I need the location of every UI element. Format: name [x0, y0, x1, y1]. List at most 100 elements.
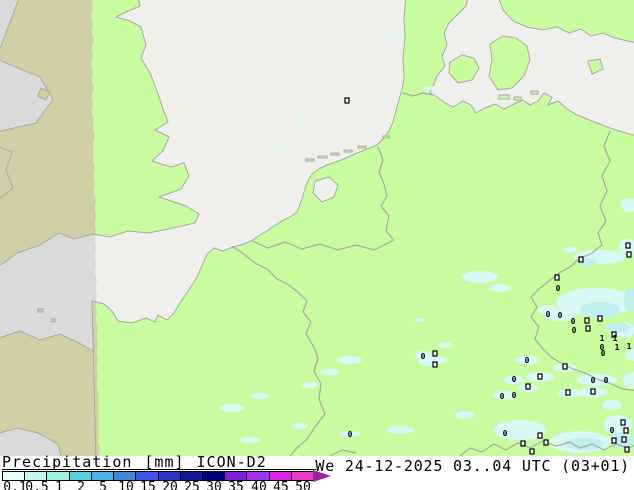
- precip-square-symbol: [525, 383, 531, 390]
- precip-square-symbol: [597, 315, 603, 322]
- colorbar-cell: [157, 472, 180, 480]
- precip-patch: [423, 86, 437, 90]
- precip-square-symbol: [590, 388, 596, 395]
- precip-patch: [386, 426, 414, 434]
- precip-value-symbol: 1: [600, 334, 605, 343]
- colorbar-tick-label: 0.1: [3, 480, 27, 490]
- precip-value-symbol: 0: [503, 429, 508, 438]
- colorbar-tick-label: 35: [228, 480, 244, 490]
- precip-patch: [437, 342, 453, 348]
- precip-square-symbol: [432, 361, 438, 368]
- precip-value-symbol: 0: [546, 310, 551, 319]
- weather-map: 00 0001 110 100 00 0 0000 0 0: [0, 0, 634, 456]
- colorbar-tick-label: 2: [77, 480, 85, 490]
- precip-square-symbol: [584, 317, 590, 324]
- precip-value-symbol: 1: [615, 343, 620, 352]
- precip-square-symbol: [554, 274, 560, 281]
- precip-patch: [273, 144, 281, 148]
- legend-timestamp: We 24-12-2025 03..04 UTC (03+01): [315, 457, 630, 475]
- colorbar-tick-label: 45: [273, 480, 289, 490]
- legend-model-label: ICON-D2: [196, 453, 267, 471]
- precip-square-symbol: [620, 419, 626, 426]
- precip-square-symbol: [621, 436, 627, 443]
- legend-unit-label: [mm]: [144, 453, 185, 471]
- precip-square-symbol: [520, 440, 526, 447]
- precip-square-symbol: [585, 325, 591, 332]
- colorbar-cell: [201, 472, 225, 480]
- precip-value-symbol: 1: [613, 334, 618, 343]
- precip-patch: [302, 382, 318, 388]
- precip-patch: [455, 411, 475, 419]
- colorbar-tick-label: 0.5: [25, 480, 49, 490]
- precip-square-symbol: [611, 437, 617, 444]
- precip-patch: [292, 423, 308, 429]
- precip-patch: [564, 438, 604, 450]
- colorbar-tick-label: 5: [99, 480, 107, 490]
- precip-square-symbol: [565, 389, 571, 396]
- legend: Precipitation [mm] ICON-D2 We 24-12-2025…: [0, 453, 634, 490]
- legend-title: Precipitation [mm] ICON-D2: [2, 453, 316, 471]
- precip-value-symbol: 0: [556, 284, 561, 293]
- precip-patch: [462, 271, 498, 283]
- colorbar-cell: [90, 472, 114, 480]
- colorbar-tick-label: 1: [55, 480, 63, 490]
- precip-square-symbol: [543, 439, 549, 446]
- weather-map-screen: 000001110100000000000 Precipitation [mm]…: [0, 0, 634, 490]
- colorbar-tick-label: 10: [118, 480, 134, 490]
- precip-value-symbol: 0: [421, 352, 426, 361]
- precip-square-symbol: [623, 427, 629, 434]
- precip-square-symbol: [625, 242, 631, 249]
- precip-patch: [297, 114, 307, 118]
- colorbar-tick-label: 50: [295, 480, 311, 490]
- precip-patch: [606, 323, 630, 333]
- precip-value-symbol: 0: [604, 376, 609, 385]
- colorbar-tick-label: 30: [206, 480, 222, 490]
- colorbar-cell: [3, 472, 25, 480]
- precip-square-symbol: [537, 432, 543, 439]
- precip-value-symbol: 1: [627, 342, 632, 351]
- precip-square-symbol: [626, 251, 632, 258]
- colorbar-tick-label: 40: [251, 480, 267, 490]
- colorbar-tick-labels: 0.1 0.5 1 2 5 10 15 20 25 30 35 40 45 50: [2, 480, 322, 490]
- colorbar-cell: [246, 472, 269, 480]
- colorbar-cell: [268, 472, 291, 480]
- precip-value-symbol: 0: [525, 356, 530, 365]
- legend-parameter-label: Precipitation: [2, 453, 133, 471]
- precip-value-symbol: 0: [572, 326, 577, 335]
- colorbar-cell: [135, 472, 158, 480]
- precip-value-symbol: 0: [512, 375, 517, 384]
- precip-patch: [320, 369, 340, 375]
- precip-value-symbol: 0: [500, 392, 505, 401]
- colorbar-cell: [224, 472, 247, 480]
- colorbar-cell: [68, 472, 91, 480]
- precip-patch: [382, 34, 398, 38]
- precip-patch: [563, 247, 577, 253]
- precip-value-symbol: 0: [601, 349, 606, 358]
- precip-square-symbol: [529, 448, 535, 455]
- precip-square-symbol: [562, 363, 568, 370]
- colorbar-cell: [290, 472, 314, 480]
- precip-square-symbol: [344, 97, 350, 104]
- colorbar-cell: [24, 472, 47, 480]
- precip-patch: [602, 400, 622, 410]
- precip-square-symbol: [578, 256, 584, 263]
- colorbar-tick-label: 15: [140, 480, 156, 490]
- precip-patch: [220, 404, 244, 412]
- precip-value-symbol: 0: [610, 426, 615, 435]
- precip-square-symbol: [537, 373, 543, 380]
- precip-square-symbol: [624, 446, 630, 453]
- precip-value-symbol: 0: [512, 391, 517, 400]
- precip-patch: [490, 284, 510, 292]
- precip-patch: [338, 356, 362, 364]
- precip-patch: [240, 437, 260, 443]
- colorbar-tick-label: 25: [184, 480, 200, 490]
- colorbar-tick-label: 20: [162, 480, 178, 490]
- precip-value-symbol: 0: [348, 430, 353, 439]
- precip-value-symbol: 0: [558, 311, 563, 320]
- colorbar-cell: [113, 472, 136, 480]
- precip-value-symbol: 0: [571, 317, 576, 326]
- colorbar-cell: [179, 472, 202, 480]
- precip-patch: [250, 393, 270, 399]
- colorbar-cell: [46, 472, 69, 480]
- precip-value-symbol: 0: [591, 376, 596, 385]
